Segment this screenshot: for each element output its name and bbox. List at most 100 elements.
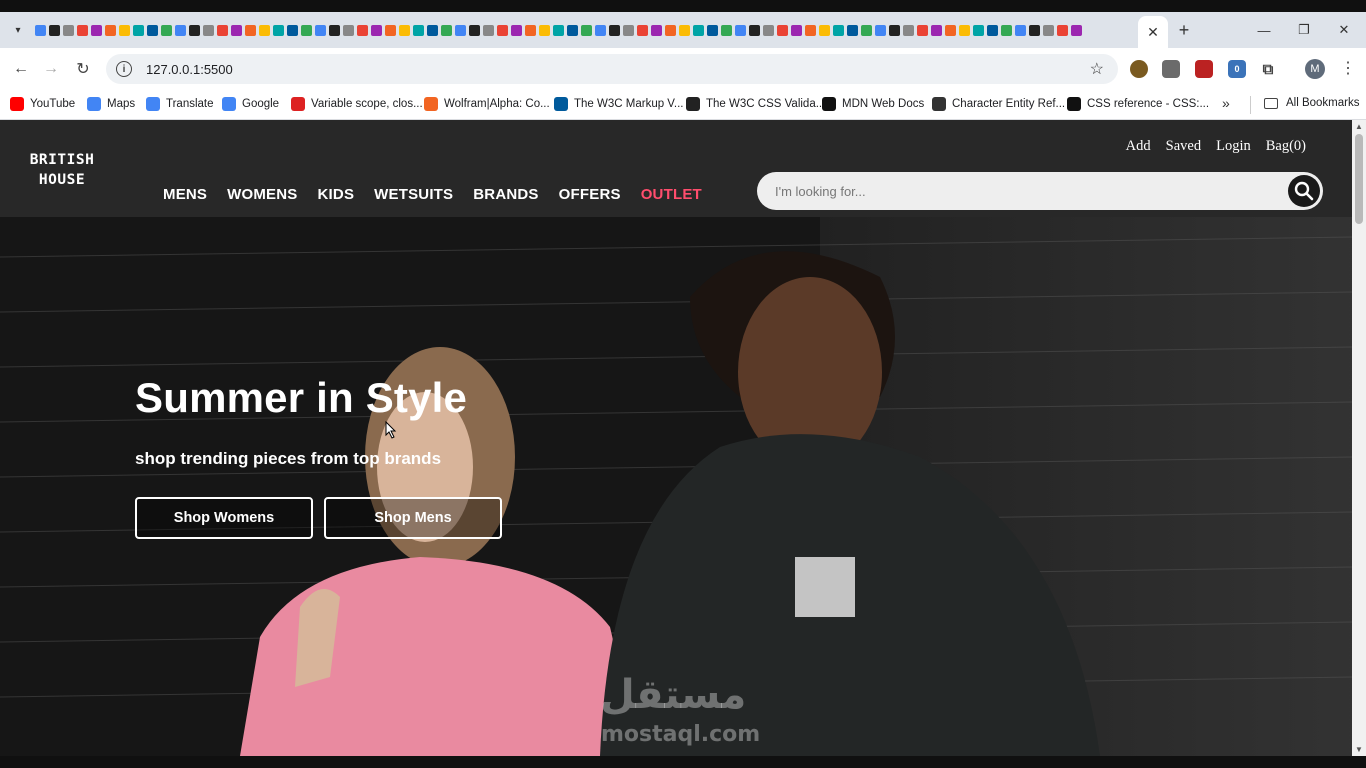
pinned-tab-favicon-icon[interactable]	[357, 24, 368, 36]
site-search-input[interactable]: I'm looking for...	[757, 172, 1323, 210]
pinned-tab-favicon-icon[interactable]	[105, 24, 116, 36]
pinned-tab-favicon-icon[interactable]	[245, 24, 256, 36]
ublock-icon[interactable]	[1195, 60, 1213, 78]
nav-item-kids[interactable]: KIDS	[318, 186, 355, 203]
pinned-tab-favicon-icon[interactable]	[847, 24, 858, 36]
extension-badge-icon[interactable]: 0	[1228, 60, 1246, 78]
all-bookmarks-button[interactable]: All Bookmarks	[1264, 97, 1360, 109]
pinned-tab-favicon-icon[interactable]	[427, 24, 438, 36]
pinned-tab-favicon-icon[interactable]	[623, 24, 634, 36]
pinned-tab-favicon-icon[interactable]	[707, 24, 718, 36]
nav-item-offers[interactable]: OFFERS	[559, 186, 621, 203]
pinned-tab-favicon-icon[interactable]	[525, 24, 536, 36]
pinned-tab-favicon-icon[interactable]	[469, 24, 480, 36]
pinned-tab-favicon-icon[interactable]	[609, 24, 620, 36]
extensions-puzzle-icon[interactable]: ⧉	[1259, 60, 1277, 78]
bookmark-star-icon[interactable]: ☆	[1090, 59, 1104, 79]
pinned-tab-favicon-icon[interactable]	[91, 24, 102, 36]
pinned-tab-favicon-icon[interactable]	[651, 24, 662, 36]
pinned-tab-favicon-icon[interactable]	[735, 24, 746, 36]
restore-button[interactable]: ❐	[1294, 20, 1314, 40]
nav-item-womens[interactable]: WOMENS	[227, 186, 297, 203]
pinned-tab-favicon-icon[interactable]	[301, 24, 312, 36]
pinned-tab-favicon-icon[interactable]	[385, 24, 396, 36]
extension-shield-icon[interactable]	[1130, 60, 1148, 78]
pinned-tab-favicon-icon[interactable]	[259, 24, 270, 36]
tab-close-icon[interactable]: ✕	[1147, 24, 1159, 41]
pinned-tab-favicon-icon[interactable]	[77, 24, 88, 36]
bag-link[interactable]: Bag(0)	[1266, 138, 1306, 155]
pinned-tab-favicon-icon[interactable]	[161, 24, 172, 36]
pinned-tab-favicon-icon[interactable]	[1029, 24, 1040, 36]
pinned-tab-favicon-icon[interactable]	[567, 24, 578, 36]
bookmark-item[interactable]: Variable scope, clos...	[291, 97, 423, 111]
bookmark-item[interactable]: The W3C Markup V...	[554, 97, 684, 111]
pinned-tab-favicon-icon[interactable]	[273, 24, 284, 36]
add-link[interactable]: Add	[1126, 138, 1151, 155]
tab-search-chevron-icon[interactable]: ▾	[5, 17, 31, 43]
pinned-tab-favicon-icon[interactable]	[343, 24, 354, 36]
pinned-tab-favicon-icon[interactable]	[595, 24, 606, 36]
pinned-tab-favicon-icon[interactable]	[777, 24, 788, 36]
url-text[interactable]: 127.0.0.1:5500	[146, 62, 233, 77]
pinned-tab-favicon-icon[interactable]	[749, 24, 760, 36]
pinned-tab-favicon-icon[interactable]	[455, 24, 466, 36]
pinned-tab-favicon-icon[interactable]	[175, 24, 186, 36]
minimize-button[interactable]: —	[1254, 20, 1274, 40]
bookmark-item[interactable]: MDN Web Docs	[822, 97, 924, 111]
pinned-tab-favicon-icon[interactable]	[231, 24, 242, 36]
pinned-tab-favicon-icon[interactable]	[791, 24, 802, 36]
more-bookmarks-chevron-icon[interactable]: »	[1222, 95, 1230, 111]
nav-item-mens[interactable]: MENS	[163, 186, 207, 203]
pinned-tab-favicon-icon[interactable]	[497, 24, 508, 36]
scroll-down-icon[interactable]: ▼	[1355, 745, 1363, 754]
pinned-tab-favicon-icon[interactable]	[889, 24, 900, 36]
pinned-tab-favicon-icon[interactable]	[217, 24, 228, 36]
address-bar[interactable]: i 127.0.0.1:5500 ☆	[106, 54, 1118, 84]
browser-menu-icon[interactable]: ⋮	[1340, 58, 1356, 78]
pinned-tab-favicon-icon[interactable]	[721, 24, 732, 36]
active-tab[interactable]: ✕	[1138, 16, 1168, 48]
pinned-tab-favicon-icon[interactable]	[133, 24, 144, 36]
pinned-tab-favicon-icon[interactable]	[539, 24, 550, 36]
bookmark-item[interactable]: Translate	[146, 97, 214, 111]
extension-tb-icon[interactable]	[1162, 60, 1180, 78]
back-arrow-icon[interactable]: ←	[8, 56, 34, 82]
pinned-tab-favicon-icon[interactable]	[693, 24, 704, 36]
pinned-tab-favicon-icon[interactable]	[441, 24, 452, 36]
bookmark-item[interactable]: The W3C CSS Valida...	[686, 97, 825, 111]
pinned-tab-favicon-icon[interactable]	[931, 24, 942, 36]
pinned-tab-favicon-icon[interactable]	[903, 24, 914, 36]
scroll-up-icon[interactable]: ▲	[1355, 122, 1363, 131]
new-tab-button[interactable]: +	[1174, 20, 1194, 40]
pinned-tab-favicon-icon[interactable]	[315, 24, 326, 36]
pinned-tab-favicon-icon[interactable]	[917, 24, 928, 36]
pinned-tab-favicon-icon[interactable]	[1015, 24, 1026, 36]
pinned-tab-favicon-icon[interactable]	[553, 24, 564, 36]
pinned-tab-favicon-icon[interactable]	[63, 24, 74, 36]
pinned-tab-favicon-icon[interactable]	[35, 24, 46, 36]
pinned-tab-favicon-icon[interactable]	[511, 24, 522, 36]
nav-item-outlet[interactable]: OUTLET	[641, 186, 702, 203]
pinned-tab-favicon-icon[interactable]	[1043, 24, 1054, 36]
pinned-tab-favicon-icon[interactable]	[329, 24, 340, 36]
pinned-tab-favicon-icon[interactable]	[413, 24, 424, 36]
pinned-tab-favicon-icon[interactable]	[483, 24, 494, 36]
pinned-tab-favicon-icon[interactable]	[637, 24, 648, 36]
window-close-button[interactable]: ✕	[1334, 20, 1354, 40]
saved-link[interactable]: Saved	[1166, 138, 1201, 155]
pinned-tab-favicon-icon[interactable]	[763, 24, 774, 36]
pinned-tab-favicon-icon[interactable]	[147, 24, 158, 36]
nav-item-brands[interactable]: BRANDS	[473, 186, 538, 203]
pinned-tab-favicon-icon[interactable]	[581, 24, 592, 36]
pinned-tab-favicon-icon[interactable]	[679, 24, 690, 36]
nav-item-wetsuits[interactable]: WETSUITS	[374, 186, 453, 203]
site-info-icon[interactable]: i	[116, 61, 132, 77]
pinned-tab-favicon-icon[interactable]	[833, 24, 844, 36]
login-link[interactable]: Login	[1216, 138, 1251, 155]
pinned-tab-favicon-icon[interactable]	[1001, 24, 1012, 36]
page-scrollbar[interactable]: ▲ ▼	[1352, 120, 1366, 756]
pinned-tab-favicon-icon[interactable]	[371, 24, 382, 36]
site-logo[interactable]: BRITISH HOUSE	[28, 150, 96, 190]
pinned-tab-favicon-icon[interactable]	[805, 24, 816, 36]
